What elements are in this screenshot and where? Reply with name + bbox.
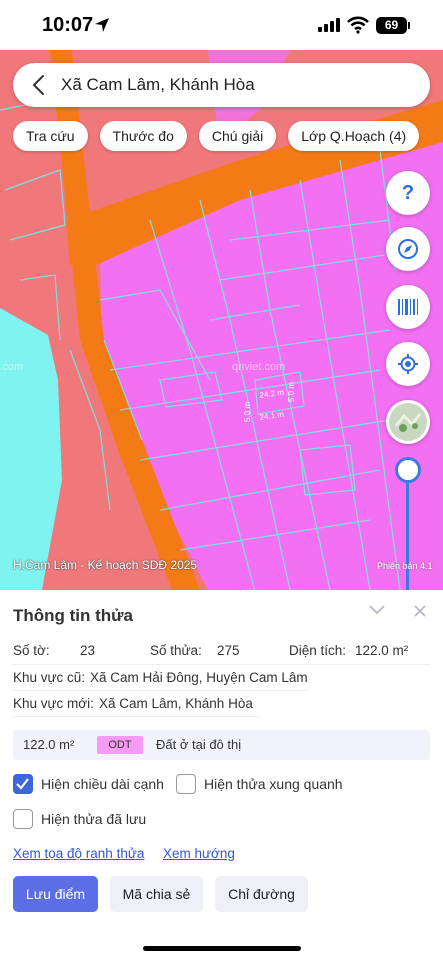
- row-divider: [13, 690, 309, 691]
- checkmark-icon: [16, 778, 29, 790]
- row-divider: [13, 716, 259, 717]
- location-title: Xã Cam Lâm, Khánh Hòa: [61, 75, 255, 94]
- show-edge-length-checkbox[interactable]: [13, 774, 33, 794]
- directions-button[interactable]: Chỉ đường: [215, 876, 308, 912]
- sheet-number-value: 23: [80, 643, 96, 658]
- land-use-area: 122.0 m²: [23, 737, 75, 752]
- show-saved-label[interactable]: Hiện thửa đã lưu: [41, 811, 146, 827]
- show-surrounding-label[interactable]: Hiện thửa xung quanh: [204, 776, 343, 792]
- new-area-value: Xã Cam Lâm, Khánh Hòa: [99, 696, 253, 711]
- parcel-info-panel: Thông tin thửa Số tờ: 23 Số thửa: 275 Di…: [0, 590, 443, 959]
- compass-button[interactable]: [386, 227, 430, 271]
- map-layer-button[interactable]: [386, 400, 430, 444]
- version-label: Phiên bản 4.1: [377, 561, 433, 571]
- help-icon: ?: [401, 181, 415, 204]
- land-code-badge: ODT: [97, 736, 143, 754]
- show-saved-checkbox[interactable]: [13, 809, 33, 829]
- close-icon[interactable]: [413, 604, 427, 618]
- show-edge-length-label[interactable]: Hiện chiều dài cạnh: [41, 776, 164, 792]
- old-area-label: Khu vực cũ:: [13, 670, 86, 685]
- status-bar: 10:07 69: [0, 0, 443, 50]
- plan-layer-label: H.Cam Lâm - Kế hoạch SDĐ 2025: [13, 558, 198, 572]
- chip-tra-cuu[interactable]: Tra cứu: [13, 121, 88, 151]
- barcode-button[interactable]: [386, 285, 430, 329]
- compass-icon: [398, 239, 418, 259]
- sheet-number-label: Số tờ:: [13, 643, 50, 658]
- land-use-bar: 122.0 m² ODT Đất ở tại đô thị: [13, 730, 430, 760]
- old-area-value: Xã Cam Hải Đông, Huyện Cam Lâm: [90, 670, 308, 685]
- back-arrow-icon[interactable]: [31, 74, 47, 96]
- dim-left: 5.0 m: [243, 402, 252, 422]
- new-area-label: Khu vực mới:: [13, 696, 94, 711]
- dim-right: 5.0 m: [287, 382, 296, 402]
- map-view[interactable]: 24.2 m 24.1 m 5.0 m 5.0 m gnviet.com qnv…: [0, 50, 443, 590]
- opacity-slider-track[interactable]: [406, 480, 409, 590]
- help-button[interactable]: ?: [386, 171, 430, 215]
- battery-icon: 69: [376, 17, 407, 34]
- chevron-down-icon[interactable]: [368, 604, 386, 616]
- home-indicator: [143, 946, 301, 951]
- watermark-2: qnviet.com: [232, 361, 285, 373]
- view-direction-link[interactable]: Xem hướng: [163, 846, 235, 861]
- parcel-number-label: Số thửa:: [150, 643, 202, 658]
- view-boundary-coords-link[interactable]: Xem tọa độ ranh thửa: [13, 846, 144, 861]
- barcode-icon: [398, 299, 418, 315]
- land-type-label: Đất ở tại đô thị: [156, 737, 242, 752]
- crosshair-icon: [398, 354, 418, 374]
- cellular-signal-icon: [318, 18, 340, 32]
- chip-thuoc-do[interactable]: Thước đo: [99, 121, 187, 151]
- area-value: 122.0 m²: [355, 643, 409, 658]
- toolbar-chips: Tra cứu Thước đo Chú giải Lớp Q.Hoạch (4…: [13, 121, 420, 151]
- show-surrounding-checkbox[interactable]: [176, 774, 196, 794]
- status-time: 10:07: [42, 14, 94, 36]
- area-label: Diện tích:: [289, 643, 347, 658]
- save-point-button[interactable]: Lưu điểm: [13, 876, 98, 912]
- watermark-1: gnviet.com: [0, 361, 23, 373]
- battery-nub: [408, 22, 410, 29]
- location-arrow-icon: [95, 18, 109, 32]
- share-code-button[interactable]: Mã chia sẻ: [110, 876, 203, 912]
- wifi-icon: [347, 16, 369, 34]
- chip-chu-giai[interactable]: Chú giải: [198, 121, 277, 151]
- chip-lop-quy-hoach[interactable]: Lớp Q.Hoạch (4): [288, 121, 420, 151]
- opacity-slider-handle[interactable]: [395, 457, 421, 483]
- satellite-map-icon: [389, 403, 427, 441]
- row-divider: [13, 664, 430, 665]
- my-location-button[interactable]: [386, 342, 430, 386]
- panel-title: Thông tin thửa: [13, 606, 133, 625]
- search-bar[interactable]: Xã Cam Lâm, Khánh Hòa: [13, 63, 430, 107]
- parcel-number-value: 275: [217, 643, 240, 658]
